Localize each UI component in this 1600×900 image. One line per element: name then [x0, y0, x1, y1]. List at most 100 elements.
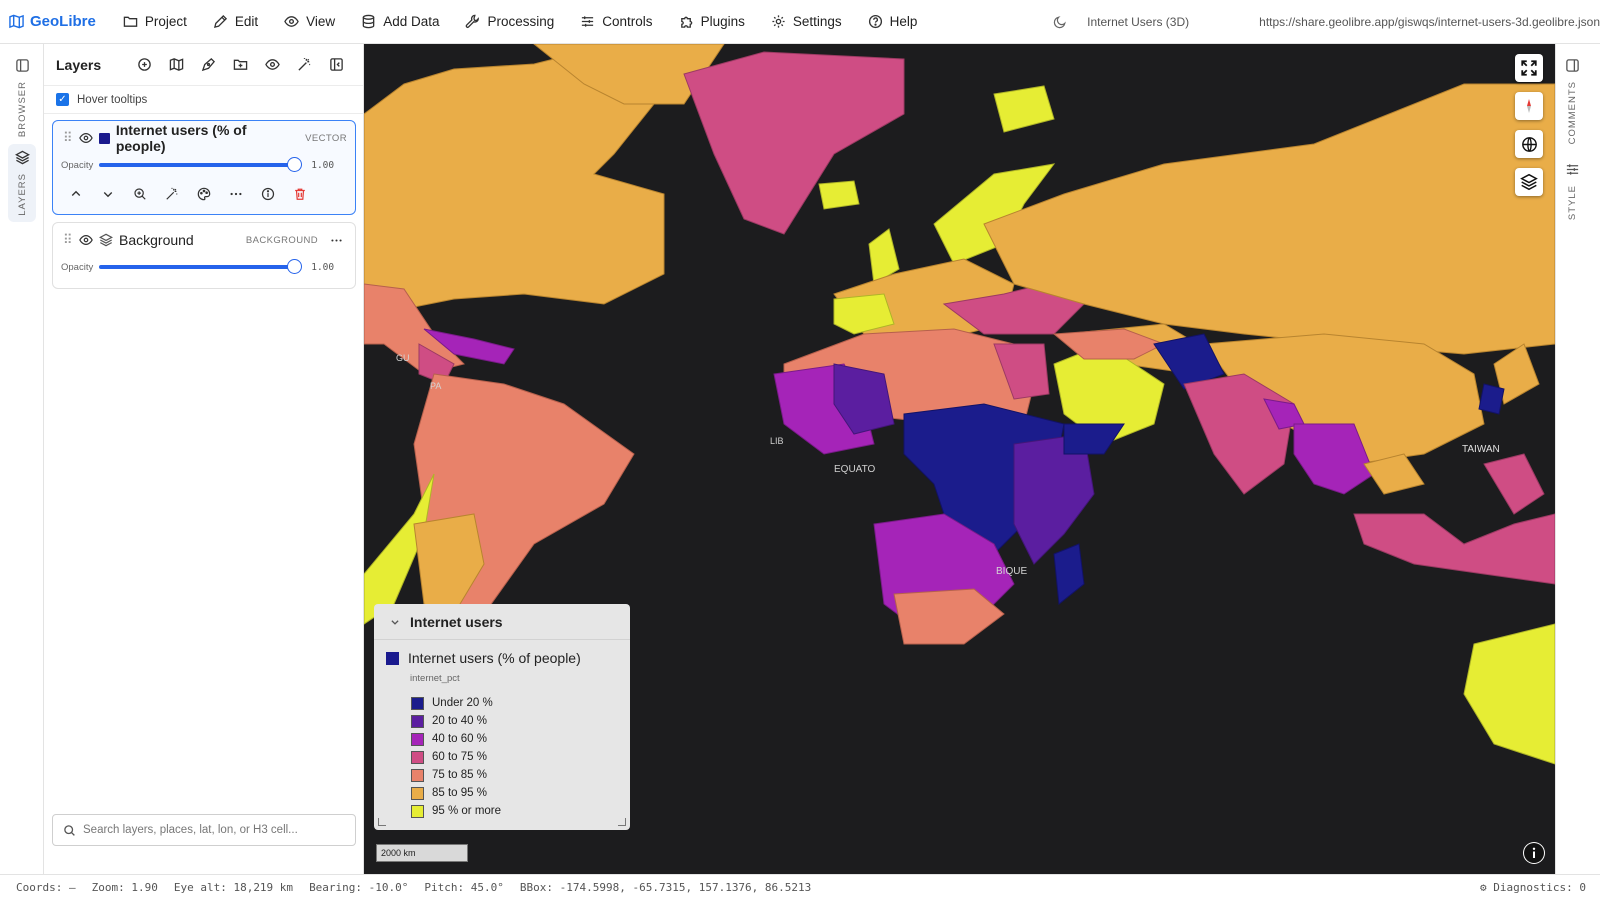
wrench-icon [466, 14, 480, 28]
status-zoom: Zoom: 1.90 [91, 881, 158, 894]
hover-tooltips-checkbox[interactable]: ✓ [56, 93, 69, 106]
region-korea[interactable] [1478, 383, 1505, 415]
layer-type-badge: VECTOR [305, 132, 347, 144]
layer-name: Internet users (% of people) [115, 122, 247, 154]
rail-layers[interactable]: LAYERS [8, 144, 36, 222]
hover-tooltips-row[interactable]: ✓ Hover tooltips [44, 86, 363, 114]
delete-layer-button[interactable] [291, 185, 309, 203]
visibility-eye-icon[interactable] [79, 131, 93, 145]
move-up-button[interactable] [67, 185, 85, 203]
zoom-to-layer-button[interactable] [131, 185, 149, 203]
theme-toggle[interactable] [1043, 15, 1077, 29]
menu-project[interactable]: Project [110, 0, 200, 44]
expand-icon [1521, 60, 1537, 76]
menu-processing[interactable]: Processing [452, 0, 567, 44]
layer-item-internet-users[interactable]: ⠿ Internet users (% of people) VECTOR Op… [52, 120, 356, 215]
layer-search-input[interactable]: Search layers, places, lat, lon, or H3 c… [52, 814, 356, 846]
map-label-taiwan: TAIWAN [1462, 444, 1500, 455]
more-horizontal-icon[interactable] [330, 234, 343, 247]
menu-help[interactable]: Help [855, 0, 931, 44]
visibility-eye-icon[interactable] [79, 233, 93, 247]
legend-item-label: 85 to 95 % [432, 787, 487, 799]
map-label-pa: PA [430, 381, 441, 391]
status-pitch: Pitch: 45.0° [424, 881, 504, 894]
menu-view[interactable]: View [271, 0, 348, 44]
magic-wand-icon [166, 187, 178, 200]
style-layer-button[interactable] [195, 185, 213, 203]
drag-handle-icon[interactable]: ⠿ [63, 232, 73, 248]
layers-panel: Layers ✓ Hover tooltips ⠿ Internet users… [44, 44, 364, 874]
brand[interactable]: GeoLibre [0, 13, 110, 30]
info-icon [261, 187, 275, 201]
visibility-button[interactable] [262, 54, 283, 75]
compass-button[interactable] [1515, 92, 1543, 120]
legend-item: 60 to 75 % [374, 748, 630, 766]
legend-item-label: 60 to 75 % [432, 751, 487, 763]
drag-handle-icon[interactable]: ⠿ [63, 130, 73, 146]
more-options-button[interactable] [227, 185, 245, 203]
add-layer-button[interactable] [134, 54, 155, 75]
legend-title: Internet users [410, 613, 503, 630]
region-svalbard[interactable] [993, 85, 1055, 133]
fullscreen-button[interactable] [1515, 54, 1543, 82]
map-label-libya: LIB [770, 436, 784, 446]
opacity-slider[interactable] [99, 157, 303, 172]
rail-style[interactable]: STYLE [1565, 162, 1580, 220]
layer-switcher-button[interactable] [1515, 168, 1543, 196]
identify-button[interactable] [294, 54, 315, 75]
folder-plus-icon [233, 59, 248, 70]
eye-icon [265, 59, 280, 70]
region-greenland[interactable] [683, 51, 905, 235]
puzzle-icon [680, 16, 692, 28]
menu-label: Settings [792, 14, 842, 29]
legend-item-label: Under 20 % [432, 697, 493, 709]
rail-comments-label: COMMENTS [1567, 81, 1578, 145]
legend-header[interactable]: Internet users [374, 604, 630, 640]
share-url[interactable]: https://share.geolibre.app/giswqs/intern… [1203, 15, 1600, 29]
opacity-slider[interactable] [99, 259, 303, 274]
menu-controls[interactable]: Controls [567, 0, 665, 44]
layers-icon [99, 233, 113, 247]
brand-name: GeoLibre [30, 13, 96, 30]
menu-plugins[interactable]: Plugins [666, 0, 758, 44]
draw-button[interactable] [198, 54, 219, 75]
compass-icon [1527, 99, 1531, 113]
status-diagnostics[interactable]: ⚙ Diagnostics: 0 [1480, 881, 1600, 894]
resize-handle-icon[interactable] [378, 818, 386, 826]
rail-layers-label: LAYERS [16, 173, 28, 216]
identify-layer-button[interactable] [163, 185, 181, 203]
layer-info-button[interactable] [259, 185, 277, 203]
globe-button[interactable] [1515, 130, 1543, 158]
region-indonesia[interactable] [1353, 513, 1555, 585]
add-group-button[interactable] [230, 54, 251, 75]
legend-swatch [411, 696, 424, 710]
search-placeholder: Search layers, places, lat, lon, or H3 c… [83, 824, 298, 836]
rail-comments[interactable]: COMMENTS [1565, 58, 1580, 144]
folder-icon [123, 16, 138, 27]
resize-handle-icon[interactable] [618, 818, 626, 826]
region-madagascar[interactable] [1053, 543, 1085, 605]
attribution-button[interactable] [1523, 842, 1545, 864]
region-philippines[interactable] [1483, 453, 1545, 515]
region-australia[interactable] [1463, 623, 1555, 765]
rail-browser[interactable]: BROWSER [8, 58, 36, 137]
collapse-panel-button[interactable] [326, 54, 347, 75]
region-iceland[interactable] [818, 180, 860, 210]
app-root: GeoLibre Project Edit View Add Data Proc… [0, 0, 1600, 900]
slider-knob[interactable] [287, 259, 303, 274]
basemap-button[interactable] [166, 54, 187, 75]
menu-settings[interactable]: Settings [758, 0, 855, 44]
menu-add-data[interactable]: Add Data [348, 0, 452, 44]
legend-items: Under 20 % 20 to 40 % 40 to 60 % 60 to 75 %… [374, 694, 630, 820]
map-canvas[interactable]: EQUATO LIB BIQUE TAIWAN GU PA Internet u… [364, 44, 1555, 874]
menu-label: View [306, 14, 336, 29]
panel-title: Layers [56, 56, 102, 73]
menu-edit[interactable]: Edit [200, 0, 271, 44]
map-logo-icon [9, 14, 24, 29]
map-label-mozambique: BIQUE [996, 566, 1027, 577]
layer-item-background[interactable]: ⠿ Background BACKGROUND Opacity 1.00 [52, 222, 356, 289]
move-down-button[interactable] [99, 185, 117, 203]
legend-swatch [411, 732, 424, 746]
left-rail: BROWSER LAYERS [0, 44, 44, 874]
slider-knob[interactable] [287, 157, 303, 172]
